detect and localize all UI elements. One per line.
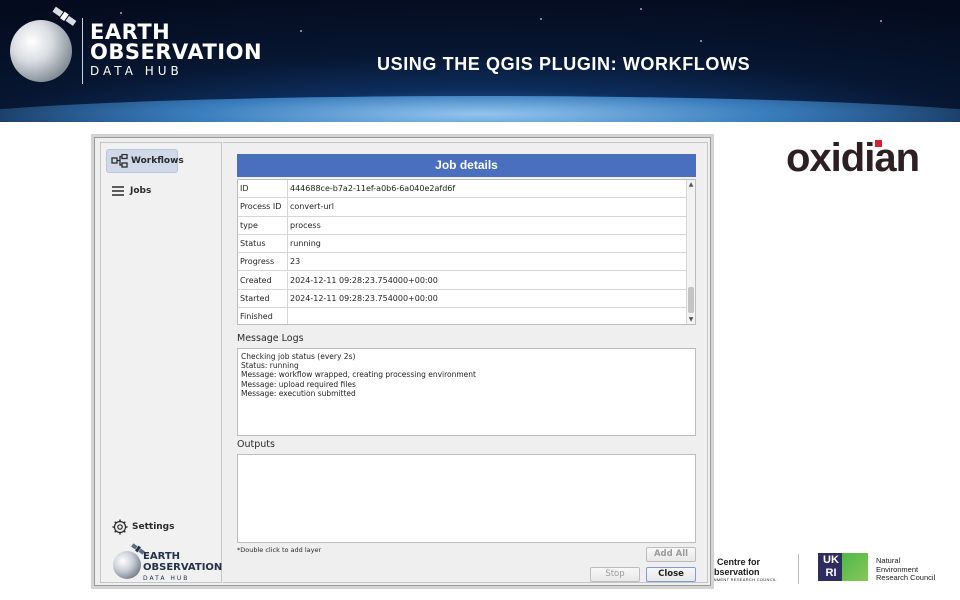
sidebar-item-workflows[interactable]: Workflows <box>106 149 184 173</box>
leaf-icon <box>842 553 868 581</box>
row-value: running <box>290 238 321 248</box>
message-logs-box[interactable]: Checking job status (every 2s) Status: r… <box>237 348 696 436</box>
row-key: Status <box>238 234 288 253</box>
sidebar-brand-line-2: OBSERVATION <box>143 562 223 573</box>
ncef-line-2: Observation <box>707 567 760 577</box>
brand-line-2: OBSERVATION <box>90 40 263 64</box>
scroll-up-arrow-icon[interactable]: ▲ <box>687 180 695 189</box>
row-value: 23 <box>290 257 301 267</box>
row-key: Progress <box>238 253 288 271</box>
log-line: Message: workflow wrapped, creating proc… <box>241 370 476 380</box>
table-row: Status running <box>238 234 687 254</box>
workflow-icon <box>111 154 128 168</box>
gear-icon <box>112 519 128 535</box>
sidebar-brand-line-1: EARTH <box>143 551 181 562</box>
ncef-line-1: al Centre for <box>707 557 761 567</box>
job-details-panel: Job details ID 444688ce-b7a2-11ef-a0b6-6… <box>223 142 708 583</box>
row-key: Created <box>238 271 288 289</box>
outputs-hint: *Double click to add layer <box>237 546 322 554</box>
job-details-table[interactable]: ID 444688ce-b7a2-11ef-a0b6-6a040e2afd6f … <box>237 179 696 325</box>
scrollbar-thumb[interactable] <box>688 287 694 313</box>
logo-divider <box>82 18 83 84</box>
log-line: Status: running <box>241 361 299 371</box>
message-logs-label: Message Logs <box>237 333 304 344</box>
star <box>540 18 542 20</box>
row-value: convert-url <box>290 202 334 212</box>
row-key: type <box>238 216 288 234</box>
scroll-down-arrow-icon[interactable]: ▼ <box>687 315 695 324</box>
presentation-banner: EARTH OBSERVATION DATA HUB USING THE QGI… <box>0 0 960 122</box>
star <box>700 40 702 42</box>
brand-line-3: DATA HUB <box>90 64 183 78</box>
sidebar: Workflows Jobs Settings EARTH OBSERVATIO… <box>100 142 222 583</box>
plugin-window: Workflows Jobs Settings EARTH OBSERVATIO… <box>94 137 711 586</box>
globe-icon <box>113 551 141 579</box>
sidebar-item-label: Jobs <box>130 186 152 196</box>
nerc-logo-text: Natural Environment Research Council <box>876 556 936 583</box>
log-line: Message: upload required files <box>241 379 356 389</box>
row-value: process <box>290 220 321 230</box>
add-all-button[interactable]: Add All <box>646 547 696 562</box>
footer-divider <box>798 554 799 584</box>
sidebar-brand-line-3: DATA HUB <box>143 575 190 582</box>
sidebar-item-settings[interactable]: Settings <box>106 515 186 539</box>
table-row: Finished <box>238 308 687 324</box>
table-row: type process <box>238 216 687 235</box>
settings-label: Settings <box>132 522 175 532</box>
table-row: Started 2024-12-11 09:28:23.754000+00:00 <box>238 289 687 309</box>
row-value: 444688ce-b7a2-11ef-a0b6-6a040e2afd6f <box>290 184 456 193</box>
oxidian-logo-text: oxidian <box>786 136 920 180</box>
outputs-list[interactable] <box>237 454 696 543</box>
earth-horizon <box>0 96 960 122</box>
sidebar-brand-logo: EARTH OBSERVATION DATA HUB <box>111 543 223 582</box>
close-button[interactable]: Close <box>646 567 696 582</box>
row-key: ID <box>238 180 288 198</box>
table-row: Created 2024-12-11 09:28:23.754000+00:00 <box>238 271 687 290</box>
hamburger-icon <box>112 186 124 196</box>
details-scrollbar[interactable]: ▲ ▼ <box>686 180 695 324</box>
oxidian-logo: oxidian <box>786 136 920 181</box>
ukri-logo-text: UK RI <box>818 553 844 581</box>
table-row: ID 444688ce-b7a2-11ef-a0b6-6a040e2afd6f <box>238 180 687 199</box>
log-line: Checking job status (every 2s) <box>241 352 356 361</box>
log-line: Message: execution submitted <box>241 388 356 398</box>
oxidian-logo-dot <box>875 140 882 147</box>
star <box>120 12 122 14</box>
outputs-label: Outputs <box>237 439 275 450</box>
row-value: 2024-12-11 09:28:23.754000+00:00 <box>290 293 438 303</box>
sidebar-item-jobs[interactable]: Jobs <box>106 179 178 203</box>
slide-title: USING THE QGIS PLUGIN: WORKFLOWS <box>377 54 751 74</box>
row-key: Process ID <box>238 198 288 216</box>
table-row: Process ID convert-url <box>238 198 687 217</box>
ncef-line-3: RONMENT RESEARCH COUNCIL <box>707 577 777 582</box>
stop-button[interactable]: Stop <box>590 567 640 582</box>
star <box>640 8 642 10</box>
row-key: Finished <box>238 308 288 324</box>
sidebar-item-label: Workflows <box>131 156 184 166</box>
star <box>880 20 882 22</box>
star <box>300 30 302 32</box>
table-row: Progress 23 <box>238 253 687 272</box>
ukri-logo: UK RI <box>818 553 868 583</box>
nerc-line-3: Research Council <box>876 573 936 582</box>
globe-icon <box>10 20 72 82</box>
satellite-icon <box>52 6 77 26</box>
row-value: 2024-12-11 09:28:23.754000+00:00 <box>290 275 438 285</box>
row-key: Started <box>238 289 288 308</box>
ncef-logo: al Centre for Observation RONMENT RESEAR… <box>707 557 777 583</box>
job-details-header: Job details <box>237 154 696 177</box>
